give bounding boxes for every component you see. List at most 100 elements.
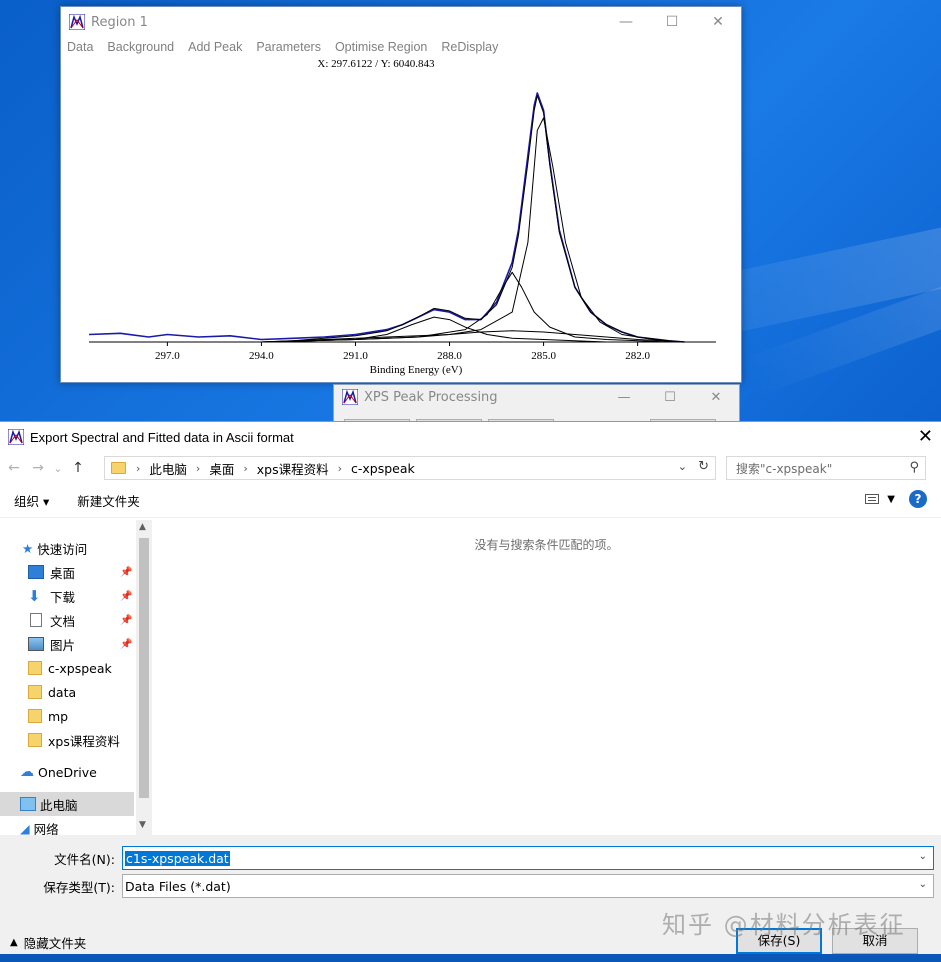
nav-desktop[interactable]: 桌面 📌 (0, 560, 152, 584)
nav-quick-access[interactable]: ★ 快速访问 (0, 536, 152, 560)
xps-spectrum-plot[interactable]: 297.0 294.0 291.0 288.0 285.0 282.0 Binding E… (61, 71, 741, 383)
scroll-up-icon[interactable]: ▲ (139, 522, 146, 532)
breadcrumb-this-pc[interactable]: 此电脑 (149, 459, 187, 478)
nav-onedrive[interactable]: ☁ OneDrive (0, 760, 152, 784)
chevron-up-icon: ▲ (10, 937, 18, 948)
close-button[interactable]: ✕ (693, 385, 739, 409)
chevron-down-icon[interactable]: ⌄ (919, 879, 927, 890)
recent-locations-icon[interactable]: ⌄ (50, 462, 66, 475)
menu-redisplay[interactable]: ReDisplay (441, 40, 498, 54)
chevron-down-icon[interactable]: ▼ (887, 494, 895, 505)
raw-spectrum-line (88, 92, 685, 343)
chevron-down-icon[interactable]: ⌄ (678, 460, 687, 473)
fitted-curve-line (261, 95, 685, 343)
x-axis-label: Binding Energy (eV) (370, 364, 463, 376)
desktop-icon (28, 565, 44, 579)
menu-background[interactable]: Background (107, 40, 174, 54)
nav-label: 图片 (50, 637, 76, 653)
folder-icon (28, 661, 42, 675)
nav-label: xps课程资料 (48, 733, 120, 749)
navigation-row: ← → ⌄ ↑ › 此电脑 › 桌面 › xps课程资料 › c-xpspeak… (0, 452, 941, 484)
xpspeak-app-icon (8, 429, 24, 445)
address-bar[interactable]: › 此电脑 › 桌面 › xps课程资料 › c-xpspeak ⌄ ↻ (104, 456, 716, 480)
filename-label: 文件名(N): (54, 851, 115, 867)
pin-icon[interactable]: 📌 (120, 615, 132, 626)
xps-title: XPS Peak Processing (364, 389, 498, 405)
menu-optimise-region[interactable]: Optimise Region (335, 40, 427, 54)
navigation-pane: ★ 快速访问 桌面 📌 ⬇ 下载 📌 文档 📌 图片 📌 c-xpspeak d… (0, 520, 152, 835)
help-icon[interactable]: ? (909, 490, 927, 508)
close-button[interactable]: ✕ (695, 7, 741, 37)
nav-network[interactable]: ◢ 网络 (0, 816, 152, 836)
empty-results-message: 没有与搜索条件匹配的项。 (474, 538, 619, 552)
search-icon: ⚲ (909, 460, 919, 475)
forward-arrow-icon[interactable]: → (26, 460, 50, 476)
x-tick-label: 288.0 (437, 350, 462, 362)
xpspeak-app-icon (69, 14, 85, 30)
menu-data[interactable]: Data (67, 40, 93, 54)
maximize-button[interactable]: ☐ (647, 385, 693, 409)
folder-icon (28, 709, 42, 723)
hide-folders-toggle[interactable]: ▲ 隐藏文件夹 (10, 933, 86, 952)
pin-icon[interactable]: 📌 (120, 567, 132, 578)
breadcrumb-desktop[interactable]: 桌面 (209, 459, 234, 478)
nav-xps-course[interactable]: xps课程资料 (0, 728, 152, 752)
dialog-titlebar[interactable]: Export Spectral and Fitted data in Ascii… (0, 422, 941, 452)
chevron-down-icon[interactable]: ⌄ (919, 851, 927, 862)
pin-icon[interactable]: 📌 (120, 591, 132, 602)
region-titlebar[interactable]: Region 1 — ☐ ✕ (61, 7, 741, 37)
cursor-readout: X: 297.6122 / Y: 6040.843 (317, 58, 435, 70)
scrollbar-thumb[interactable] (139, 538, 149, 798)
nav-downloads[interactable]: ⬇ 下载 📌 (0, 584, 152, 608)
minimize-button[interactable]: — (601, 385, 647, 409)
filename-field[interactable]: c1s-xpspeak.dat ⌄ (122, 846, 934, 870)
export-dialog: Export Spectral and Fitted data in Ascii… (0, 421, 941, 955)
chevron-right-icon: › (337, 461, 343, 475)
nav-label: 下载 (50, 589, 76, 605)
back-arrow-icon[interactable]: ← (2, 460, 26, 476)
search-input[interactable]: 搜索"c-xpspeak" ⚲ (726, 456, 926, 480)
nav-this-pc[interactable]: 此电脑 (0, 792, 134, 816)
x-tick-label: 297.0 (155, 350, 180, 362)
new-folder-button[interactable]: 新建文件夹 (77, 491, 140, 510)
filetype-select[interactable]: Data Files (*.dat) ⌄ (122, 874, 934, 898)
organize-button[interactable]: 组织 ▾ (14, 491, 49, 510)
view-options-icon[interactable] (865, 494, 880, 504)
breadcrumb-c-xpspeak[interactable]: c-xpspeak (351, 461, 415, 476)
nav-data[interactable]: data (0, 680, 152, 704)
close-icon[interactable]: ✕ (918, 426, 933, 447)
xps-titlebar[interactable]: XPS Peak Processing — ☐ ✕ (334, 385, 739, 409)
maximize-button[interactable]: ☐ (649, 7, 695, 37)
nav-c-xpspeak[interactable]: c-xpspeak (0, 656, 152, 680)
xps-peak-processing-window: XPS Peak Processing — ☐ ✕ (333, 384, 740, 425)
region-menubar: Data Background Add Peak Parameters Opti… (61, 37, 741, 57)
nav-pictures[interactable]: 图片 📌 (0, 632, 152, 656)
nav-mp[interactable]: mp (0, 704, 152, 728)
breadcrumb-xps-course[interactable]: xps课程资料 (257, 459, 329, 478)
search-placeholder: 搜索"c-xpspeak" (736, 461, 833, 476)
dialog-title: Export Spectral and Fitted data in Ascii… (30, 429, 294, 445)
folder-icon (28, 685, 42, 699)
computer-icon (20, 797, 36, 811)
menu-add-peak[interactable]: Add Peak (188, 40, 242, 54)
nav-label: data (48, 684, 77, 700)
picture-icon (28, 637, 44, 651)
up-arrow-icon[interactable]: ↑ (66, 460, 90, 476)
region-title: Region 1 (91, 14, 148, 30)
pin-icon[interactable]: 📌 (120, 639, 132, 650)
refresh-icon[interactable]: ↻ (698, 459, 709, 474)
nav-label: 文档 (50, 613, 76, 629)
star-icon: ★ (22, 540, 34, 556)
network-icon: ◢ (20, 820, 30, 836)
scroll-down-icon[interactable]: ▼ (139, 820, 146, 830)
filename-value: c1s-xpspeak.dat (125, 850, 230, 866)
minimize-button[interactable]: — (603, 7, 649, 37)
menu-parameters[interactable]: Parameters (256, 40, 321, 54)
nav-label: OneDrive (38, 764, 97, 780)
folder-icon (111, 462, 126, 474)
nav-label: 桌面 (50, 565, 76, 581)
hide-folders-label: 隐藏文件夹 (23, 936, 87, 951)
nav-documents[interactable]: 文档 📌 (0, 608, 152, 632)
nav-label: mp (48, 708, 69, 724)
nav-scrollbar[interactable]: ▲ ▼ (136, 520, 152, 835)
